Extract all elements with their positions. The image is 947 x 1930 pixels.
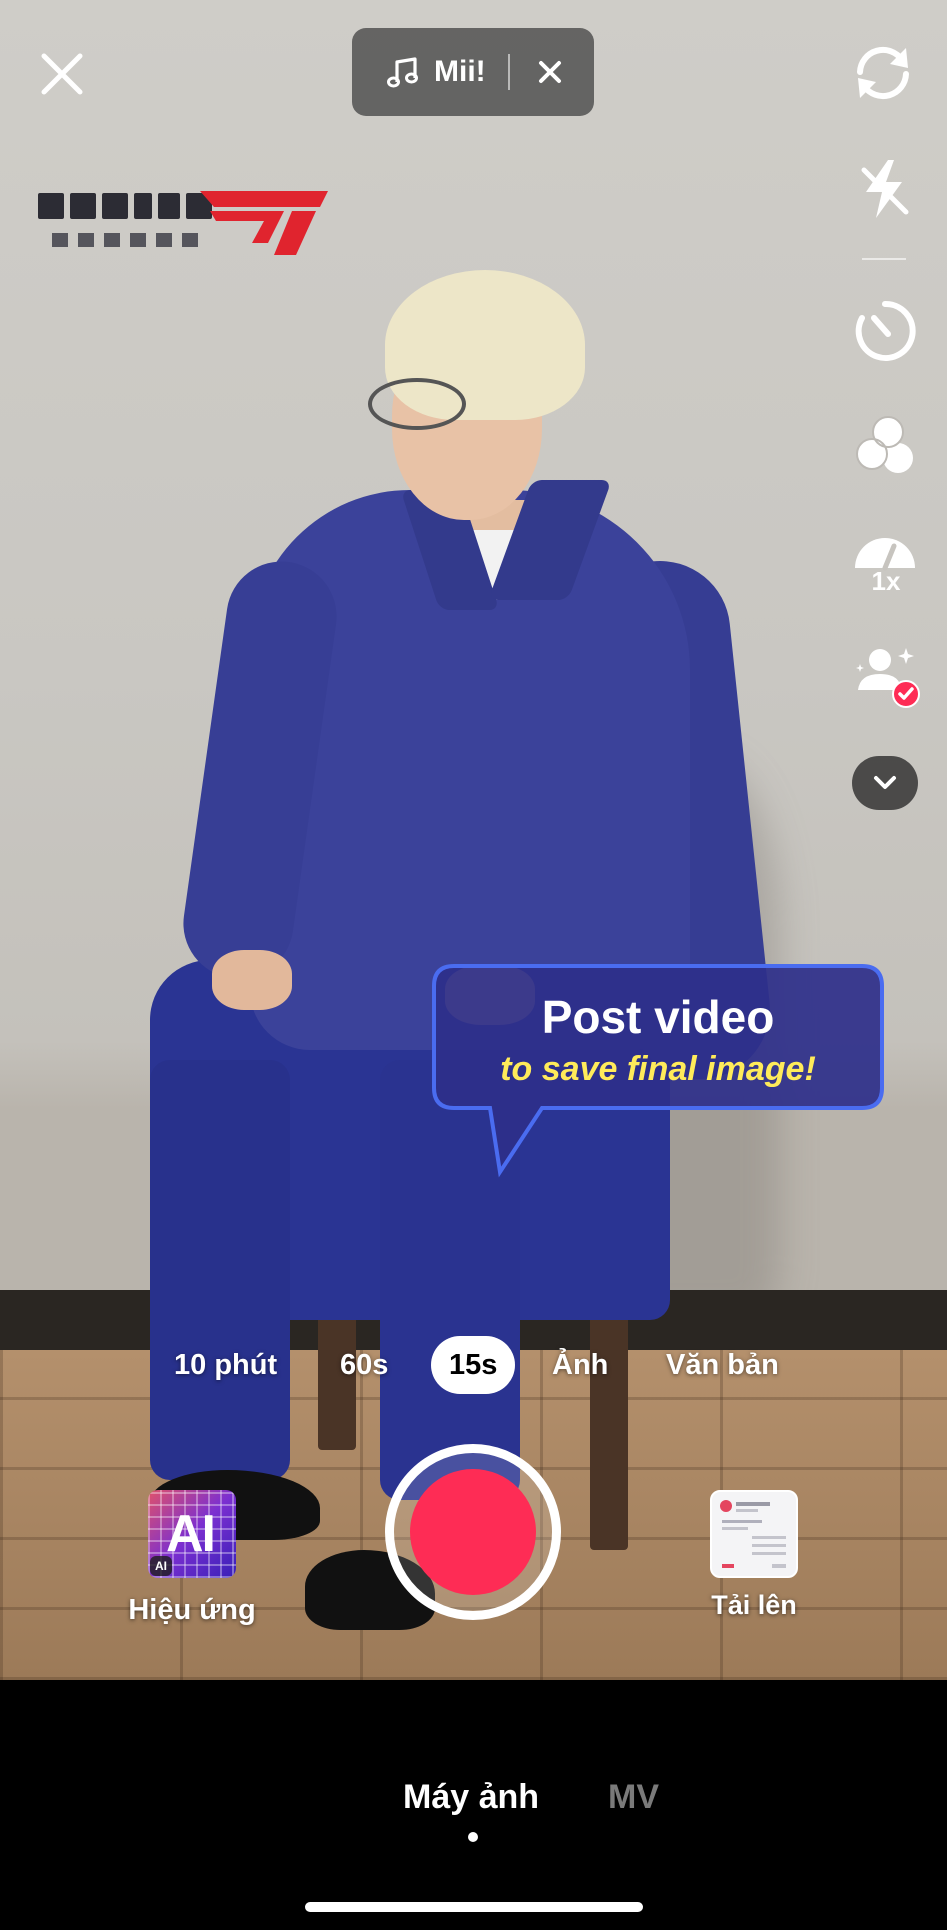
close-icon[interactable] xyxy=(34,46,90,102)
mode-photo[interactable]: Ảnh xyxy=(552,1336,608,1394)
filters-icon[interactable] xyxy=(850,410,920,480)
tab-mv[interactable]: MV xyxy=(608,1778,659,1817)
record-button[interactable] xyxy=(385,1444,561,1620)
upload-label[interactable]: Tải lên xyxy=(690,1590,818,1621)
more-tools-button[interactable] xyxy=(852,756,918,810)
sound-selector[interactable]: Mii! xyxy=(352,28,594,116)
mode-10-min[interactable]: 10 phút xyxy=(174,1336,277,1394)
flip-camera-icon[interactable] xyxy=(848,38,918,108)
person-hand xyxy=(212,950,292,1010)
mode-15s[interactable]: 15s xyxy=(431,1336,516,1394)
ai-badge: AI xyxy=(150,1556,172,1576)
effects-button[interactable]: AI AI xyxy=(148,1490,236,1578)
sound-name: Mii! xyxy=(434,55,486,88)
tooltip-subtitle: to save final image! xyxy=(500,1050,816,1088)
beauty-retouch-icon[interactable] xyxy=(852,640,922,710)
t1-logo xyxy=(38,191,328,255)
music-note-icon xyxy=(387,57,418,88)
speed-label: 1x xyxy=(871,566,901,596)
person-glasses xyxy=(368,378,466,430)
tab-camera[interactable]: Máy ảnh xyxy=(403,1778,539,1817)
home-indicator[interactable] xyxy=(305,1902,643,1912)
gallery-thumbnail xyxy=(720,1500,786,1568)
upload-button[interactable] xyxy=(710,1490,798,1578)
timer-icon[interactable] xyxy=(850,296,920,366)
mode-text[interactable]: Văn bản xyxy=(666,1336,779,1394)
post-video-tooltip: Post video to save final image! xyxy=(430,962,886,1178)
pill-divider xyxy=(507,54,510,90)
active-tab-indicator xyxy=(468,1832,478,1842)
tools-divider xyxy=(862,258,906,260)
person-leg-left xyxy=(150,1060,290,1480)
tooltip-title: Post video xyxy=(541,991,775,1043)
bottom-bar: Máy ảnh MV xyxy=(0,1680,947,1930)
duration-mode-selector: 10 phút 60s 15s Ảnh Văn bản xyxy=(0,1336,947,1396)
effects-thumb-text: AI xyxy=(166,1505,216,1563)
chevron-down-icon xyxy=(874,776,896,789)
flash-off-icon[interactable] xyxy=(850,154,920,224)
remove-sound-icon[interactable] xyxy=(530,52,570,92)
effects-label[interactable]: Hiệu ứng xyxy=(120,1594,264,1627)
record-button-core xyxy=(410,1469,536,1595)
mode-60s[interactable]: 60s xyxy=(340,1336,388,1394)
